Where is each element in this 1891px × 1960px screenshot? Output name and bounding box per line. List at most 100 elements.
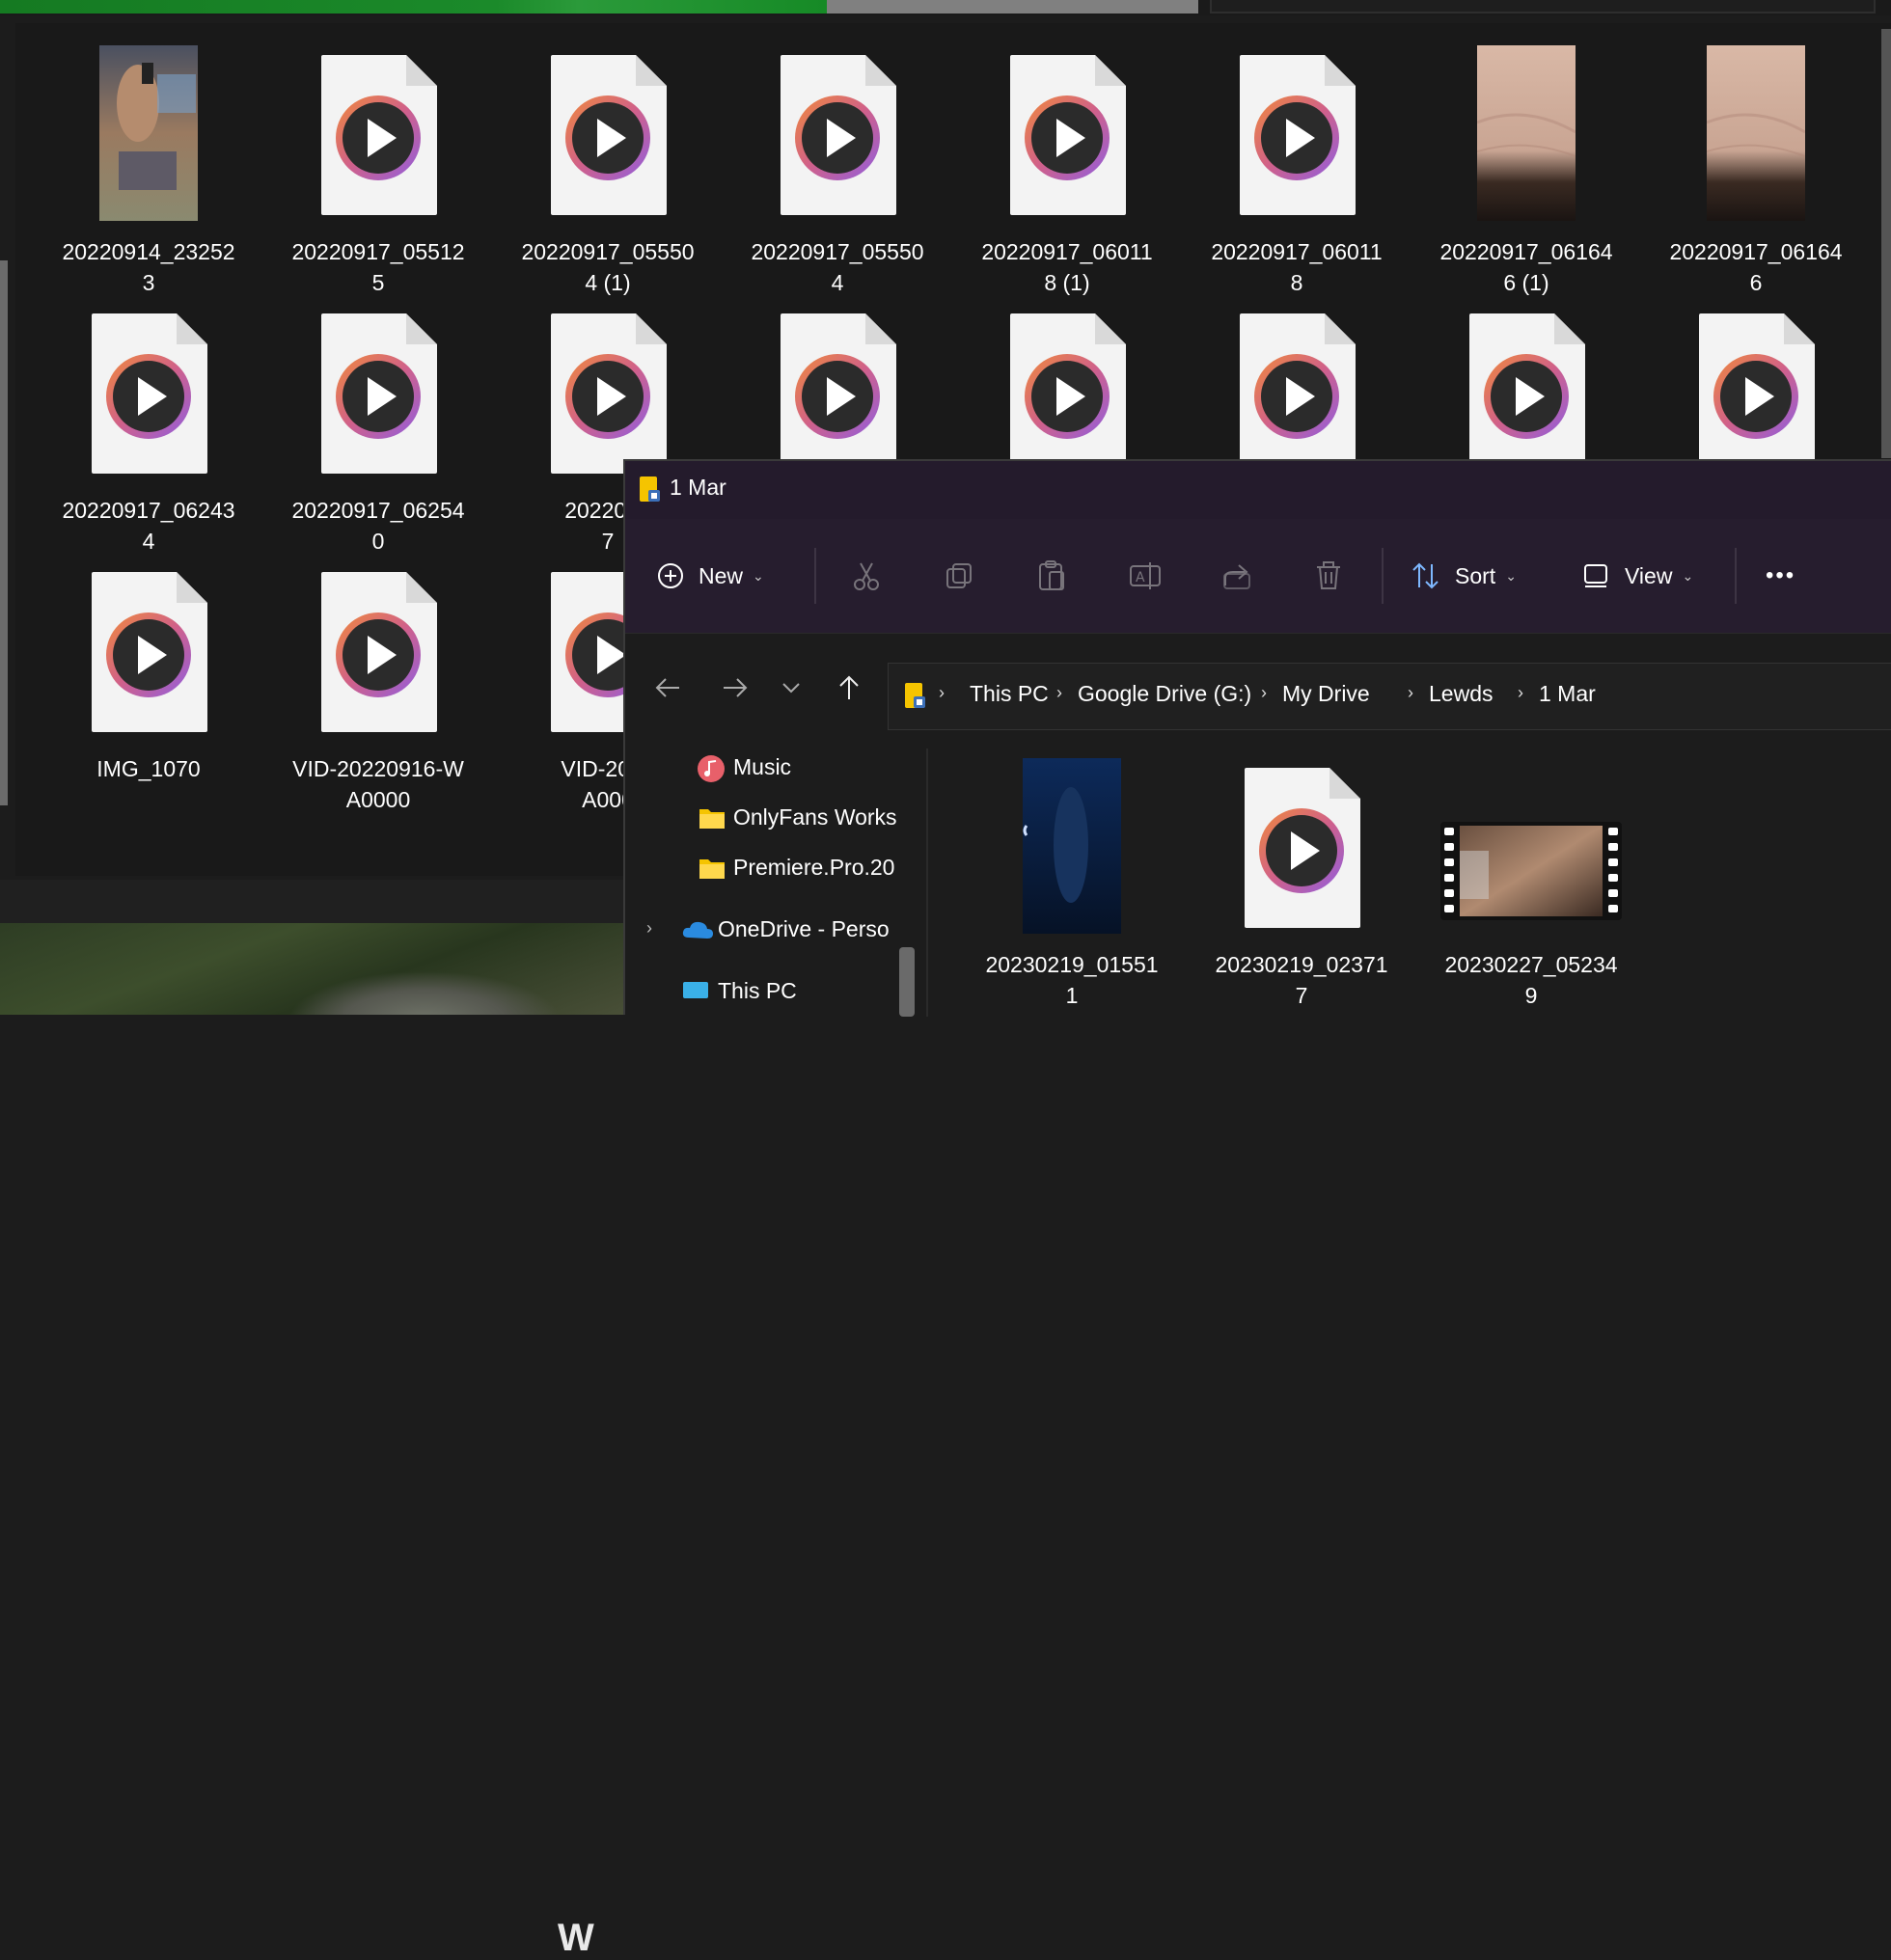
new-button[interactable]: New ⌄ — [656, 519, 764, 633]
file-name: 20220914_23252 3 — [47, 236, 250, 298]
pane-divider[interactable] — [926, 749, 928, 1017]
breadcrumb-google-drive[interactable]: Google Drive (G:) — [1078, 681, 1251, 707]
file-name: 20220917_06011 8 — [1195, 236, 1398, 298]
breadcrumb-lewds[interactable]: Lewds — [1429, 681, 1493, 707]
recent-locations-button[interactable] — [772, 668, 810, 707]
command-bar: New ⌄ A Sort ⌄ View ⌄ ••• — [625, 519, 1891, 633]
chevron-down-icon — [782, 683, 800, 694]
sidebar-item-onlyfans-works[interactable]: OnlyFans Works — [625, 795, 907, 843]
file-name-line: 8 (1) — [1044, 270, 1090, 295]
title-bar[interactable]: 1 Mar — [625, 461, 1891, 519]
video-file-icon — [1240, 55, 1356, 215]
folder-icon — [905, 683, 925, 708]
file-name: VID-20220916-W A0000 — [277, 753, 480, 815]
file-item[interactable]: 20220917_05550 4 (1) — [507, 53, 709, 304]
file-thumbnail — [1466, 312, 1587, 476]
file-item[interactable]: VID-20220916-W A0000 — [277, 570, 480, 821]
svg-text:A: A — [1136, 570, 1145, 585]
breadcrumb-separator: › — [939, 683, 945, 702]
trash-icon — [1317, 561, 1340, 589]
view-button[interactable]: View ⌄ — [1582, 519, 1693, 633]
file-name: 20230227_05234 9 — [1430, 949, 1632, 1011]
sidebar-item-this-pc[interactable]: This PC — [625, 968, 907, 1017]
search-box[interactable] — [1210, 0, 1876, 14]
address-bar[interactable]: › This PC › Google Drive (G:) › My Drive… — [888, 663, 1891, 730]
file-thumbnail — [317, 53, 439, 217]
more-options-button[interactable]: ••• — [1766, 519, 1795, 633]
file-thumbnail — [317, 570, 439, 734]
delete-button[interactable] — [1314, 519, 1343, 633]
file-thumbnail — [1241, 766, 1362, 930]
breadcrumb-separator: › — [1261, 683, 1267, 702]
status-bar — [0, 880, 637, 923]
file-thumbnail — [547, 53, 669, 217]
video-file-icon — [92, 572, 207, 732]
rename-button[interactable]: A — [1129, 519, 1162, 633]
right-scrollbar[interactable] — [1881, 29, 1891, 458]
file-name-line: 20220917_06243 — [62, 498, 235, 523]
file-item[interactable]: 20220917_06164 6 (1) — [1425, 45, 1628, 304]
file-item[interactable]: 20220917_06164 6 — [1655, 45, 1857, 304]
chevron-right-icon[interactable]: › — [646, 918, 652, 939]
file-item[interactable]: 20220917_06011 8 — [1195, 53, 1398, 304]
breadcrumb-separator: › — [1408, 683, 1413, 702]
file-item[interactable]: 20230227_05234 9 — [1430, 766, 1632, 1017]
file-item[interactable]: IMG_1070 — [47, 570, 250, 821]
back-button[interactable] — [648, 668, 687, 707]
video-file-icon — [321, 313, 437, 474]
video-file-icon — [1010, 313, 1126, 474]
file-thumbnail — [1011, 758, 1133, 934]
file-item[interactable]: 20220917_06011 8 (1) — [966, 53, 1168, 304]
file-thumbnail — [1006, 53, 1128, 217]
file-name-line: 5 — [371, 270, 385, 295]
file-list: 20230219_01551 1 20230219_02371 7 20230227_0… — [930, 741, 1891, 1017]
share-button[interactable] — [1221, 519, 1252, 633]
sidebar-scrollbar[interactable] — [899, 947, 915, 1017]
sidebar-item-label: Music — [733, 754, 792, 779]
ellipsis-icon: ••• — [1766, 562, 1796, 588]
left-scrollbar[interactable] — [0, 260, 8, 805]
navigation-bar: › This PC › Google Drive (G:) › My Drive… — [625, 633, 1891, 740]
folder-icon — [699, 859, 725, 879]
breadcrumb-this-pc[interactable]: This PC — [970, 681, 1049, 707]
copy-button[interactable] — [944, 519, 974, 633]
sidebar-item-music[interactable]: Music — [625, 745, 907, 793]
sort-button[interactable]: Sort ⌄ — [1411, 519, 1517, 633]
file-name-line: 20220914_23252 — [62, 239, 235, 264]
file-item[interactable]: 20220914_23252 3 — [47, 45, 250, 304]
paste-button[interactable] — [1036, 519, 1067, 633]
music-icon — [698, 755, 725, 782]
file-name-line: 20220917_06164 — [1669, 239, 1843, 264]
photo-thumbnail — [99, 45, 198, 221]
file-name: IMG_1070 — [47, 753, 250, 784]
file-name-line: 6 (1) — [1503, 270, 1549, 295]
cut-button[interactable] — [851, 519, 882, 633]
file-thumbnail — [88, 570, 209, 734]
folder-icon — [640, 476, 660, 502]
up-button[interactable] — [830, 668, 868, 707]
file-item[interactable]: 20230219_01551 1 — [971, 758, 1173, 1017]
file-item[interactable]: 20220917_06243 4 — [47, 312, 250, 562]
breadcrumb-separator: › — [1056, 683, 1062, 702]
file-item[interactable]: 20230219_02371 7 — [1200, 766, 1403, 1017]
sidebar-item-onedrive[interactable]: › OneDrive - Perso — [625, 907, 907, 955]
file-name: 20220917_05550 4 (1) — [507, 236, 709, 298]
file-item[interactable]: 20220917_05550 4 — [736, 53, 939, 304]
sidebar-item-premiere-pro[interactable]: Premiere.Pro.20 — [625, 845, 907, 893]
file-name: 20220917_06164 6 — [1655, 236, 1857, 298]
file-name: 20220917_05512 5 — [277, 236, 480, 298]
file-thumbnail — [1236, 53, 1357, 217]
breadcrumb-current[interactable]: 1 Mar — [1539, 681, 1596, 707]
forward-button[interactable] — [716, 668, 754, 707]
file-thumbnail — [88, 45, 209, 221]
file-item[interactable]: 20220917_05512 5 — [277, 53, 480, 304]
file-thumbnail — [547, 312, 669, 476]
breadcrumb-my-drive[interactable]: My Drive — [1282, 681, 1370, 707]
video-file-icon — [321, 572, 437, 732]
file-item[interactable]: 20220917_06254 0 — [277, 312, 480, 562]
file-name-line: 20220917_06011 — [1211, 239, 1383, 264]
chevron-down-icon: ⌄ — [1505, 567, 1517, 584]
arrow-right-icon — [724, 678, 748, 697]
arrow-left-icon — [655, 678, 679, 697]
sidebar-item-label: Premiere.Pro.20 — [733, 855, 895, 880]
